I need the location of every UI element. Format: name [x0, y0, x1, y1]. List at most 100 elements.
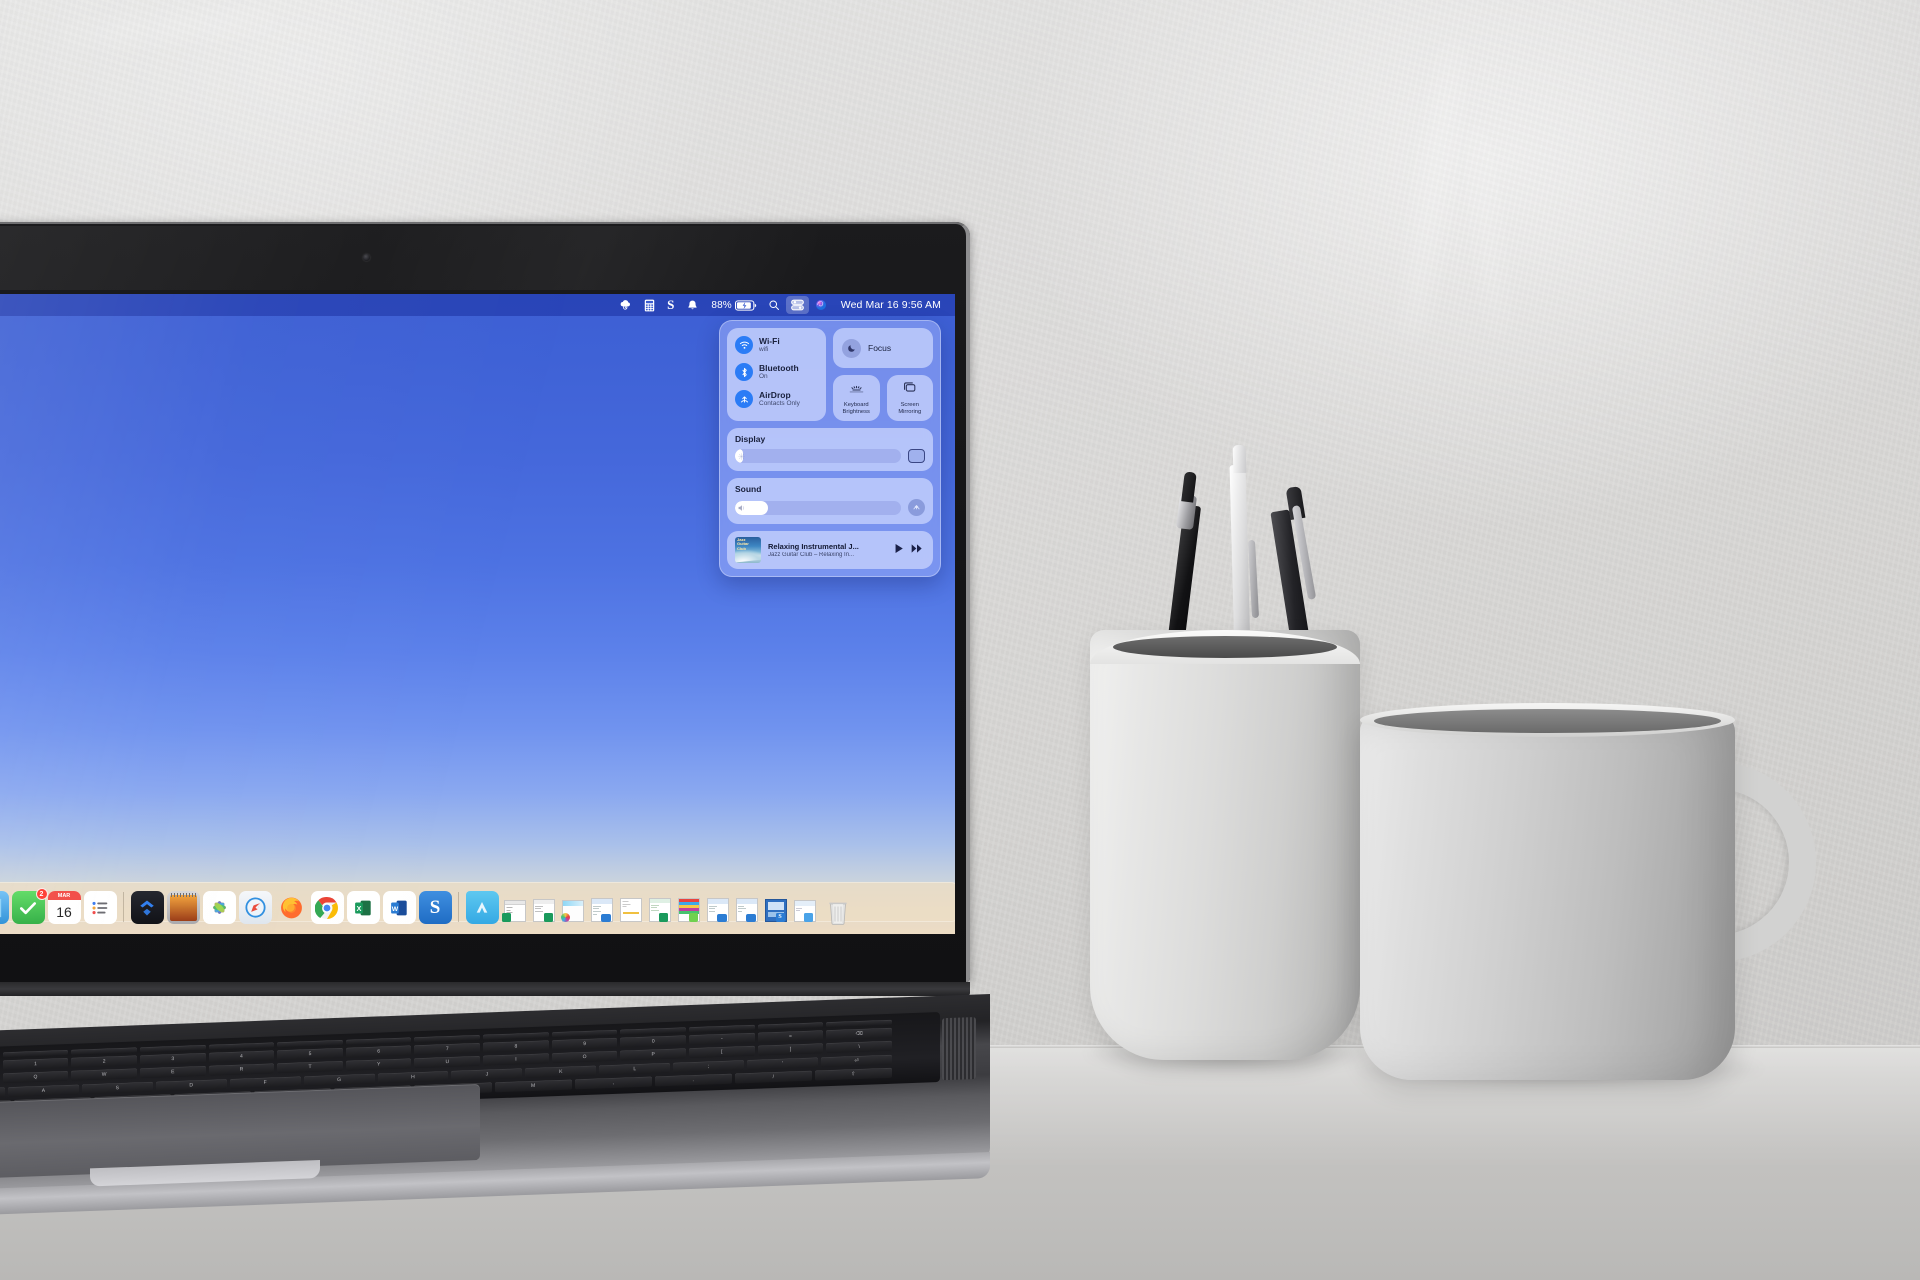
dock-folder-applications[interactable]: [465, 891, 499, 924]
keyboard-key[interactable]: ⌫: [826, 1027, 892, 1041]
dock-trash[interactable]: [825, 894, 851, 925]
keyboard-key[interactable]: 0: [620, 1035, 687, 1048]
keyboard-key[interactable]: O: [551, 1051, 618, 1064]
play-icon[interactable]: [894, 541, 904, 559]
keyboard-key[interactable]: I: [483, 1053, 549, 1067]
dock-app-firefox[interactable]: [275, 891, 308, 924]
dock-app-reminders[interactable]: 2: [11, 888, 48, 924]
keyboard-key[interactable]: J: [451, 1068, 523, 1081]
keyboard-key[interactable]: ⇪: [0, 1087, 5, 1100]
keyboard-key[interactable]: [620, 1026, 687, 1035]
notification-bell-icon[interactable]: [680, 294, 705, 316]
keyboard-key[interactable]: U: [414, 1056, 481, 1069]
keyboard-key[interactable]: 1: [2, 1058, 69, 1071]
keyboard-key[interactable]: 6: [345, 1045, 412, 1058]
keyboard-key[interactable]: S: [81, 1081, 153, 1095]
airdrop-toggle[interactable]: AirDrop Contacts Only: [735, 390, 818, 408]
dock-app-calendar[interactable]: MAR 16: [47, 891, 81, 924]
dock-app-xcode[interactable]: [130, 891, 164, 924]
snagit-icon[interactable]: S: [661, 294, 680, 316]
keyboard-key[interactable]: [757, 1021, 824, 1030]
display-brightness-slider[interactable]: [735, 449, 901, 463]
battery-icon[interactable]: [734, 294, 762, 316]
keyboard-key[interactable]: [551, 1029, 618, 1037]
keyboard-key[interactable]: [826, 1019, 892, 1027]
dock-window-snagit-capture[interactable]: S: [763, 894, 789, 924]
keyboard-brightness-tile[interactable]: Keyboard Brightness: [833, 375, 880, 421]
keyboard-key[interactable]: 8: [483, 1040, 549, 1053]
keyboard-key[interactable]: /: [734, 1070, 812, 1084]
dock-window-excel-doc-3[interactable]: ▬▬▬▬ ▬▬▬ ▬▬▬▬: [647, 894, 673, 924]
fast-forward-icon[interactable]: [911, 541, 923, 559]
keyboard-key[interactable]: T: [277, 1061, 343, 1074]
keyboard-key[interactable]: H: [377, 1070, 449, 1084]
keyboard-key[interactable]: [139, 1044, 206, 1053]
keyboard-key[interactable]: -: [689, 1032, 755, 1046]
keyboard-key[interactable]: [208, 1042, 275, 1050]
keyboard-key[interactable]: F: [229, 1076, 301, 1089]
clock-label[interactable]: Wed Mar 16 9:56 AM: [833, 294, 941, 316]
dock-window-word-doc-2[interactable]: ▬▬▬▬ ▬▬▬ ▬▬▬: [705, 894, 731, 924]
keyboard-key[interactable]: ⇧: [814, 1068, 892, 1081]
keyboard-key[interactable]: [277, 1039, 343, 1047]
keyboard-key[interactable]: W: [71, 1068, 137, 1082]
dock-app-word[interactable]: W: [382, 891, 416, 924]
sound-volume-slider[interactable]: [735, 500, 901, 515]
dock-window-preview-doc[interactable]: [560, 894, 586, 924]
dock-window-pdf-doc[interactable]: ▬▬▬ ▬▬▬▬ ▬▬: [618, 894, 644, 924]
bluetooth-toggle[interactable]: Bluetooth On: [735, 363, 818, 381]
keyboard-key[interactable]: [689, 1024, 755, 1032]
keyboard-key[interactable]: [414, 1034, 481, 1042]
dock-window-word-doc-1[interactable]: ▬▬▬▬ ▬▬▬ ▬▬▬▬ ▬▬: [589, 894, 615, 924]
dock-app-preview[interactable]: [166, 891, 200, 924]
keyboard-key[interactable]: \: [826, 1041, 892, 1054]
keyboard-key[interactable]: 2: [71, 1055, 137, 1068]
wifi-toggle[interactable]: Wi-Fi wifi: [735, 336, 818, 354]
dock-window-numbers-doc[interactable]: [676, 894, 702, 924]
focus-toggle[interactable]: Focus: [833, 328, 933, 368]
keyboard-key[interactable]: 3: [139, 1053, 206, 1066]
keyboard-key[interactable]: 9: [551, 1037, 618, 1051]
keyboard-key[interactable]: [71, 1047, 137, 1055]
dock-app-photos[interactable]: [202, 891, 236, 924]
keyboard-key[interactable]: ]: [757, 1043, 824, 1057]
keyboard-key[interactable]: ⏎: [821, 1054, 892, 1068]
keyboard-key[interactable]: Q: [2, 1071, 69, 1084]
dock-window-finder-window[interactable]: ▬▬▬ ▬▬: [792, 894, 818, 924]
keyboard-key[interactable]: .: [654, 1073, 732, 1087]
keyboard-key[interactable]: [483, 1032, 549, 1040]
keyboard-key[interactable]: P: [620, 1048, 687, 1062]
dock-app-notes-list[interactable]: [83, 891, 117, 924]
keyboard-key[interactable]: ;: [673, 1060, 745, 1073]
keyboard-key[interactable]: =: [757, 1030, 824, 1043]
display-settings-icon[interactable]: [908, 449, 925, 463]
keyboard-key[interactable]: [: [689, 1046, 755, 1059]
dock-app-snagit[interactable]: S: [418, 891, 452, 924]
keyboard-key[interactable]: ': [747, 1057, 819, 1070]
keyboard-key[interactable]: 5: [277, 1047, 343, 1061]
keyboard-key[interactable]: ,: [574, 1076, 652, 1090]
dock-window-excel-doc-1[interactable]: ▬▬▬▬▬▬▬▬: [501, 894, 528, 924]
keyboard-key[interactable]: K: [525, 1065, 597, 1079]
dock-app-finder[interactable]: [0, 891, 9, 924]
airplay-audio-icon[interactable]: [908, 499, 925, 516]
spotlight-search-icon[interactable]: [762, 294, 786, 316]
keyboard-key[interactable]: Y: [345, 1058, 412, 1072]
keyboard-key[interactable]: D: [155, 1079, 227, 1092]
dock-window-excel-doc-2[interactable]: ▬▬▬▬ ▬▬▬ ▬▬▬▬: [531, 894, 557, 924]
keyboard-key[interactable]: G: [303, 1073, 375, 1087]
dock-window-word-doc-3[interactable]: ▬▬▬ ▬▬▬▬ ▬▬: [734, 894, 760, 924]
calculator-icon[interactable]: [638, 294, 661, 316]
keyboard-key[interactable]: 4: [208, 1050, 275, 1063]
keyboard-key[interactable]: [345, 1037, 412, 1045]
keyboard-key[interactable]: A: [7, 1084, 79, 1098]
control-center-icon[interactable]: [785, 296, 809, 314]
dock-app-excel[interactable]: X: [346, 891, 380, 924]
keyboard-key[interactable]: R: [208, 1063, 275, 1077]
keyboard-key[interactable]: 7: [414, 1042, 481, 1056]
cloud-status-icon[interactable]: [613, 294, 638, 316]
siri-icon[interactable]: [809, 294, 833, 316]
screen-mirroring-tile[interactable]: Screen Mirroring: [886, 375, 933, 421]
keyboard-key[interactable]: E: [139, 1066, 206, 1079]
dock-app-safari[interactable]: [238, 891, 272, 924]
